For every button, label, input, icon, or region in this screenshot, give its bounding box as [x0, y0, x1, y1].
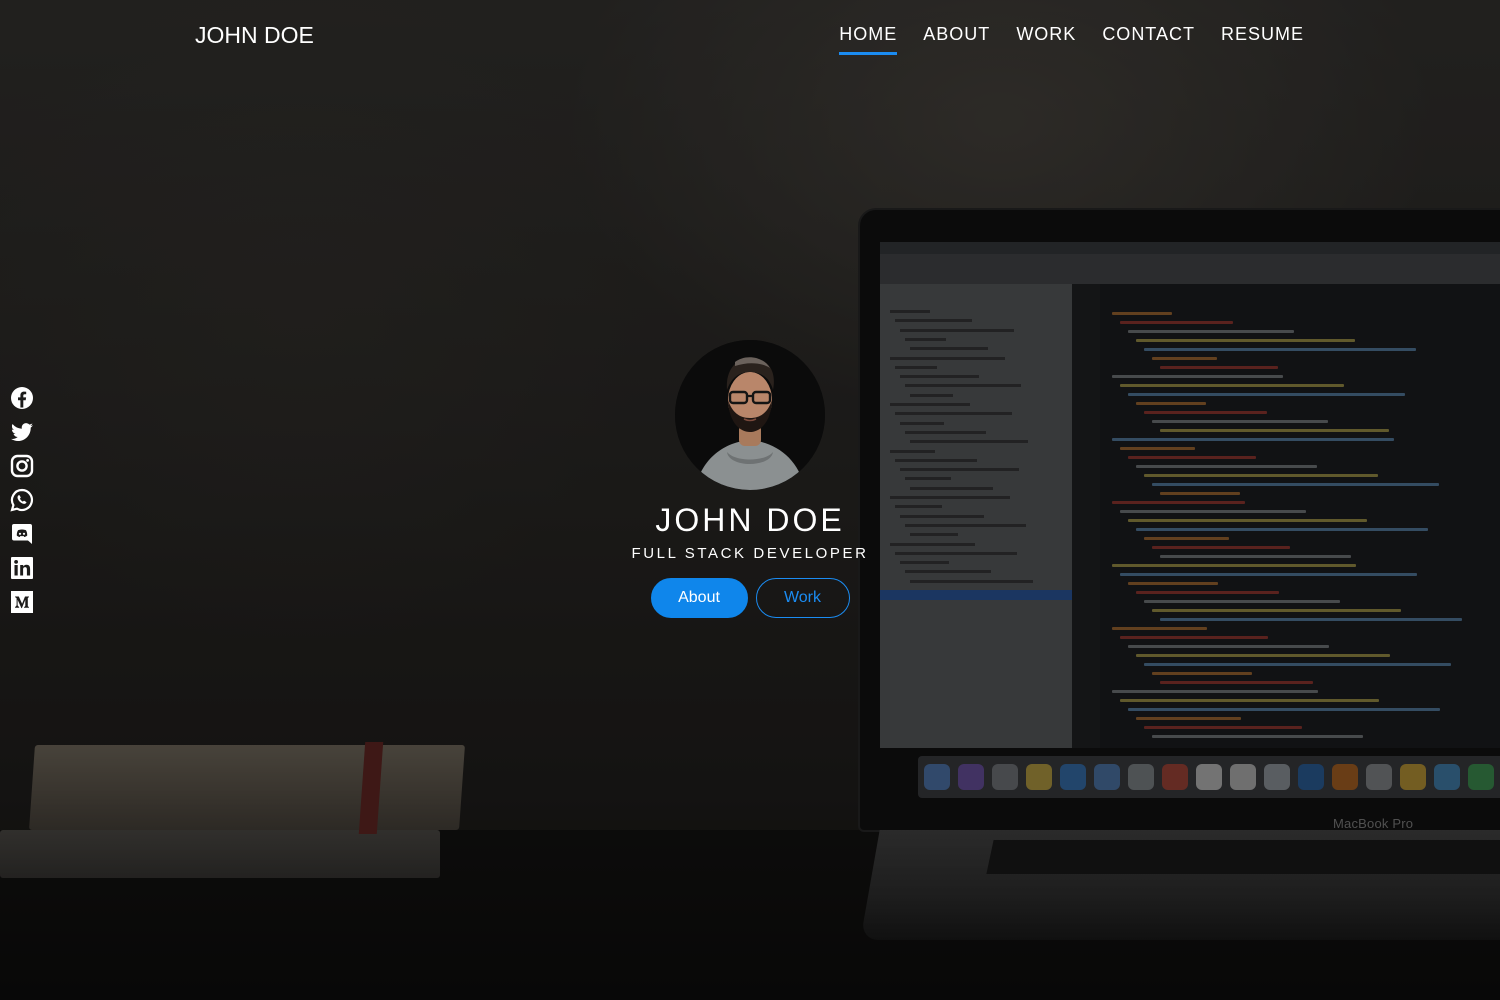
about-button[interactable]: About — [650, 578, 748, 618]
work-button[interactable]: Work — [755, 578, 850, 618]
profile-actions: About Work — [0, 578, 1500, 618]
main-nav: HOME ABOUT WORK CONTACT RESUME — [839, 24, 1304, 55]
nav-work[interactable]: WORK — [1016, 24, 1076, 55]
profile-section: JOHN DOE FULL STACK DEVELOPER About Work — [0, 340, 1500, 618]
nav-about[interactable]: ABOUT — [923, 24, 990, 55]
nav-resume[interactable]: RESUME — [1221, 24, 1304, 55]
avatar — [675, 340, 825, 490]
site-logo[interactable]: JOHN DOE — [195, 22, 314, 49]
nav-home[interactable]: HOME — [839, 24, 898, 55]
nav-contact[interactable]: CONTACT — [1102, 24, 1195, 55]
profile-role: FULL STACK DEVELOPER — [631, 545, 869, 562]
profile-name: JOHN DOE — [655, 502, 845, 538]
